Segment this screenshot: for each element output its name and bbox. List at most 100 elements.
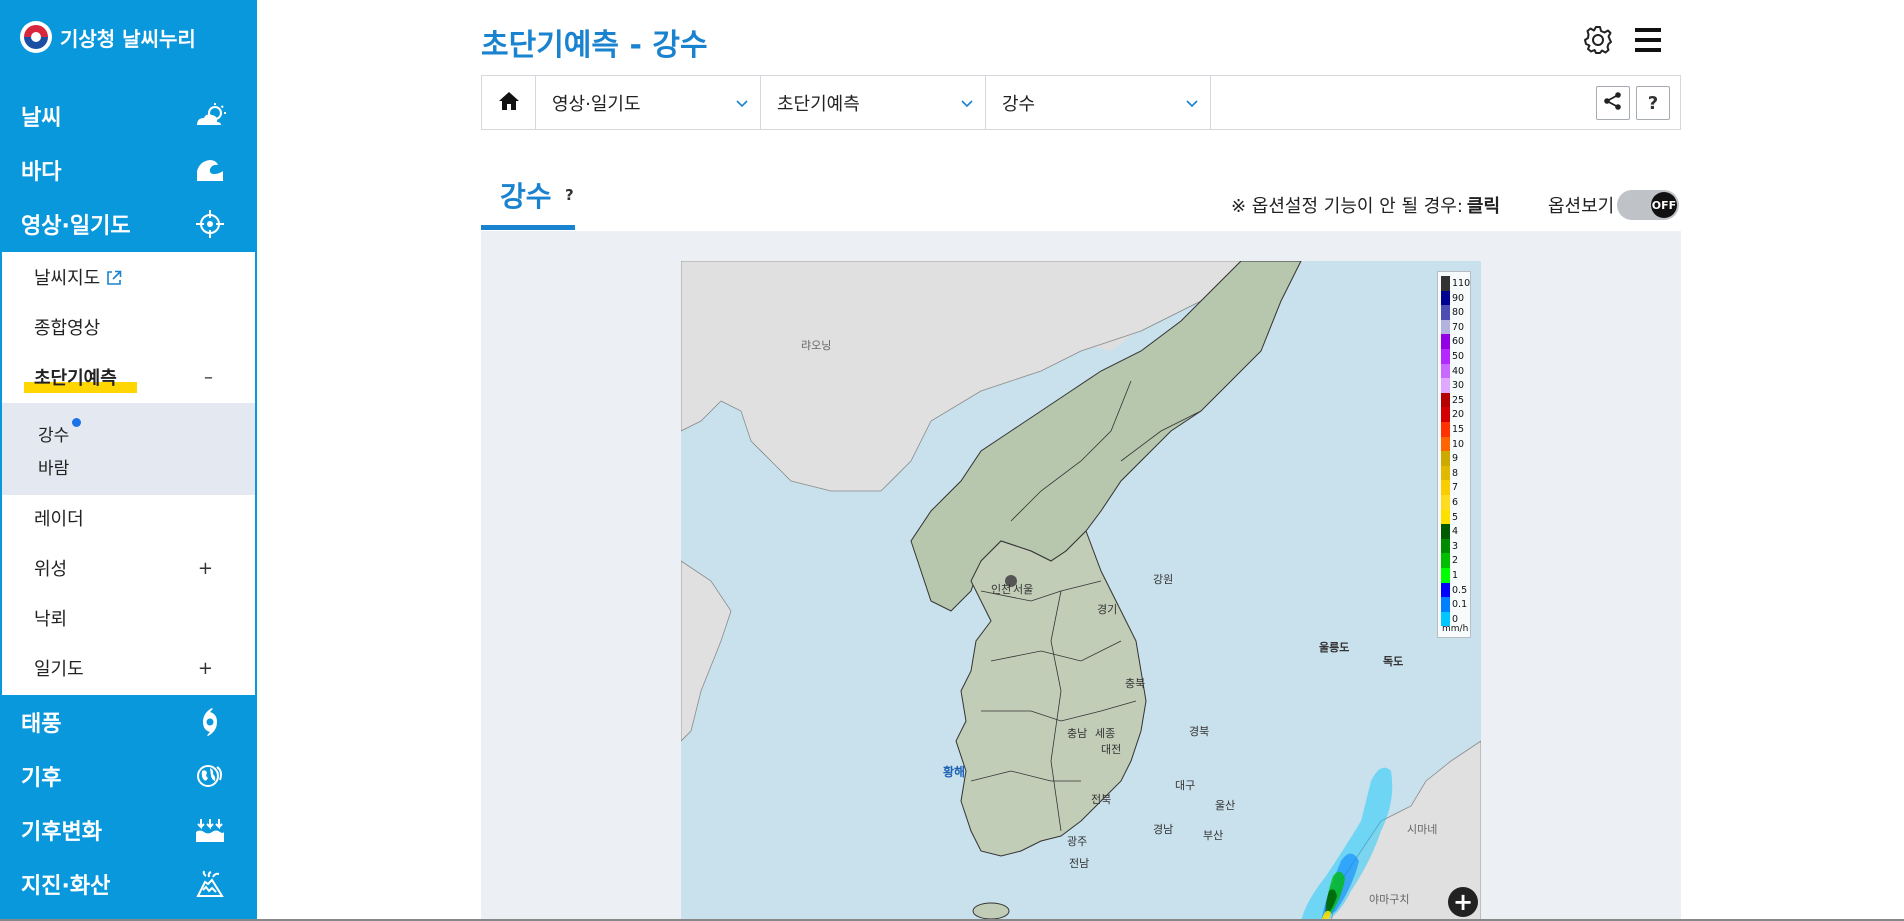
nav-climate-change[interactable]: 기후변화 [0, 803, 257, 857]
zoom-in-button[interactable]: + [1448, 887, 1478, 917]
map-label-ulsan: 울산 [1215, 799, 1236, 812]
share-icon [1603, 91, 1623, 116]
map-label-yellow-sea: 황해 [943, 765, 966, 779]
legend-value: 6 [1452, 497, 1459, 508]
map-label-sejong: 세종 [1095, 727, 1116, 740]
legend-swatch [1441, 378, 1450, 393]
map-base [681, 261, 1481, 921]
logo-text: 기상청 날씨누리 [60, 26, 196, 51]
option-view-toggle[interactable]: OFF [1617, 190, 1679, 220]
legend-entry: 80 [1441, 305, 1471, 320]
sub2-item-precip[interactable]: 강수 [38, 418, 81, 446]
legend-entry: 110 [1441, 276, 1471, 291]
menu-button[interactable] [1628, 22, 1668, 62]
breadcrumb-select-level1[interactable]: 영상·일기도 [536, 76, 761, 129]
legend-swatch [1441, 538, 1450, 554]
breadcrumb-level2-label: 초단기예측 [777, 93, 860, 115]
share-button[interactable] [1596, 86, 1630, 120]
breadcrumb-select-level3[interactable]: 강수 [986, 76, 1211, 129]
map-label-ulleungdo: 울릉도 [1319, 641, 1350, 654]
target-icon [193, 209, 227, 239]
nav-weather[interactable]: 날씨 [0, 89, 257, 143]
hamburger-icon [1634, 27, 1662, 57]
legend-value: 25 [1452, 394, 1465, 406]
legend-swatch [1441, 363, 1450, 379]
nav-imagery-label: 영상·일기도 [21, 214, 131, 239]
sub-item-radar[interactable]: 레이더 [2, 493, 255, 543]
legend-swatch [1441, 465, 1450, 481]
legend-value: 10 [1452, 438, 1465, 450]
sub-item-label: 일기도 [34, 659, 84, 680]
legend-swatch [1441, 524, 1450, 539]
legend-value: 40 [1452, 365, 1465, 377]
legend-entry: 25 [1441, 392, 1471, 408]
sub-item-satellite[interactable]: 위성 + [2, 543, 255, 593]
legend-swatch [1441, 436, 1450, 452]
collapse-toggle[interactable]: – [204, 367, 213, 388]
nav-climate[interactable]: 기후 [0, 749, 257, 803]
map-label-gyeonggi: 경기 [1097, 603, 1118, 616]
nav-climate-change-label: 기후변화 [21, 820, 102, 845]
legend-entry: 20 [1441, 407, 1471, 422]
legend-swatch [1441, 305, 1450, 320]
expand-toggle[interactable]: + [198, 658, 213, 679]
legend-swatch [1441, 319, 1450, 335]
help-button[interactable]: ? [1636, 86, 1670, 120]
option-click-link[interactable]: 클릭 [1467, 196, 1500, 217]
legend-value: 110 [1452, 278, 1471, 289]
logo[interactable]: 기상청 날씨누리 [20, 20, 196, 54]
legend-value: 7 [1452, 482, 1459, 494]
sub2-item-wind[interactable]: 바람 [38, 454, 69, 479]
land-jeju [972, 902, 1010, 920]
legend-entry: 5 [1441, 509, 1471, 525]
nav-typhoon[interactable]: 태풍 [0, 695, 257, 749]
home-button[interactable] [482, 76, 536, 129]
sub-item-composite[interactable]: 종합영상 [2, 302, 255, 352]
legend-entry: 8 [1441, 465, 1471, 481]
tab-precipitation[interactable]: 강수 ? [481, 170, 575, 230]
legend-entry: 90 [1441, 290, 1471, 306]
sub-item-label: 종합영상 [34, 318, 101, 339]
option-view-label: 옵션보기 [1548, 196, 1615, 217]
typhoon-icon [193, 707, 227, 737]
legend-entry: 1 [1441, 568, 1471, 583]
map-label-chungbuk: 충북 [1125, 677, 1146, 690]
sidebar-subnav: 날씨지도 종합영상 초단기예측 – 강수 바람 레이더 위성 + 낙뢰 일기도 … [2, 252, 255, 695]
map-label-liaoning: 랴오닝 [801, 339, 832, 352]
legend-entry: 4 [1441, 524, 1471, 539]
map-label-jeonnam: 전남 [1069, 857, 1090, 870]
sub-item-label: 날씨지도 [34, 267, 101, 289]
legend-swatch [1441, 334, 1450, 349]
nav-imagery[interactable]: 영상·일기도 [0, 197, 257, 251]
sub-item-lightning[interactable]: 낙뢰 [2, 593, 255, 643]
map-label-shimane: 시마네 [1407, 823, 1438, 836]
nowcast-children: 강수 바람 [2, 403, 255, 495]
legend-entry: 50 [1441, 349, 1471, 364]
breadcrumb-select-level2[interactable]: 초단기예측 [761, 76, 986, 129]
map-label-yamaguchi: 야마구치 [1369, 893, 1410, 906]
nav-sea[interactable]: 바다 [0, 143, 257, 197]
legend-entry: 60 [1441, 334, 1471, 349]
globe-icon [193, 761, 227, 791]
sub-item-weather-map[interactable]: 날씨지도 [2, 252, 255, 302]
tab-help-icon[interactable]: ? [565, 186, 574, 204]
legend-value: 70 [1452, 321, 1465, 333]
wave-icon [193, 155, 227, 185]
map-label-daejeon: 대전 [1101, 743, 1122, 756]
option-note-text: ※ 옵션설정 기능이 안 될 경우: [1231, 196, 1463, 217]
nav-typhoon-label: 태풍 [21, 712, 62, 737]
legend-entry: 6 [1441, 495, 1471, 510]
legend-value: 20 [1452, 409, 1465, 421]
legend-swatch [1441, 582, 1450, 598]
legend-entry: 30 [1441, 378, 1471, 393]
expand-toggle[interactable]: + [198, 558, 213, 579]
settings-button[interactable] [1578, 22, 1618, 62]
precipitation-map[interactable]: 랴오닝 인천 서울 경기 강원 울릉도 독도 충북 충남 세종 대전 경북 황해… [681, 261, 1481, 921]
nav-weather-label: 날씨 [21, 106, 62, 131]
legend-value: 3 [1452, 540, 1459, 552]
nav-earthquake-volcano[interactable]: 지진·화산 [0, 857, 257, 911]
sub-item-weather-chart[interactable]: 일기도 + [2, 643, 255, 693]
sub-item-nowcast[interactable]: 초단기예측 – [2, 352, 255, 402]
legend-swatch [1441, 495, 1450, 510]
legend-value: 0.1 [1452, 599, 1468, 611]
